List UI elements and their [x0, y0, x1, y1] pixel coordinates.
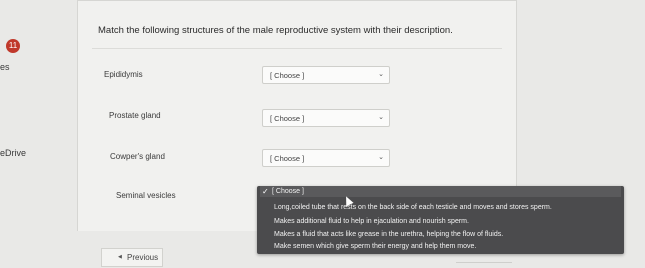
select-value: [ Choose ] [270, 154, 305, 163]
checkmark-icon: ✓ [262, 187, 269, 196]
select-cowpers-gland[interactable]: [ Choose ] ⌄ [262, 149, 390, 167]
dropdown-option-epididymis-desc[interactable]: Long,coiled tube that rests on the back … [274, 204, 552, 211]
dropdown-list[interactable]: ✓ [ Choose ] Long,coiled tube that rests… [257, 186, 624, 254]
sidebar-link-partial[interactable]: es [0, 62, 10, 72]
row-label-epididymis: Epididymis [104, 70, 143, 79]
question-number-badge: 11 [6, 39, 20, 53]
previous-button[interactable]: ◀ Previous [101, 248, 163, 267]
question-text: Match the following structures of the ma… [98, 25, 453, 36]
row-label-cowpers-gland: Cowper's gland [110, 152, 165, 161]
dropdown-option-choose[interactable]: [ Choose ] [272, 188, 304, 195]
select-value: [ Choose ] [270, 114, 305, 123]
chevron-down-icon: ⌄ [378, 114, 384, 121]
select-prostate-gland[interactable]: [ Choose ] ⌄ [262, 109, 390, 127]
row-label-prostate-gland: Prostate gland [109, 111, 161, 120]
dropdown-option-highlight [260, 186, 621, 197]
row-label-seminal-vesicles: Seminal vesicles [116, 191, 176, 200]
chevron-left-icon: ◀ [118, 254, 122, 260]
select-value: [ Choose ] [270, 71, 305, 80]
dropdown-option-prostate-desc[interactable]: Make semen which give sperm their energy… [274, 243, 476, 250]
previous-button-label: Previous [127, 253, 159, 262]
chevron-down-icon: ⌄ [378, 154, 384, 161]
select-epididymis[interactable]: [ Choose ] ⌄ [262, 66, 390, 84]
dropdown-option-cowpers-desc[interactable]: Makes a fluid that acts like grease in t… [274, 231, 503, 238]
sidebar-link-onedrive[interactable]: eDrive [0, 148, 26, 158]
next-button-edge[interactable] [456, 262, 512, 268]
divider [92, 48, 502, 49]
chevron-down-icon: ⌄ [378, 71, 384, 78]
dropdown-option-seminal-desc[interactable]: Makes additional fluid to help in ejacul… [274, 218, 469, 225]
